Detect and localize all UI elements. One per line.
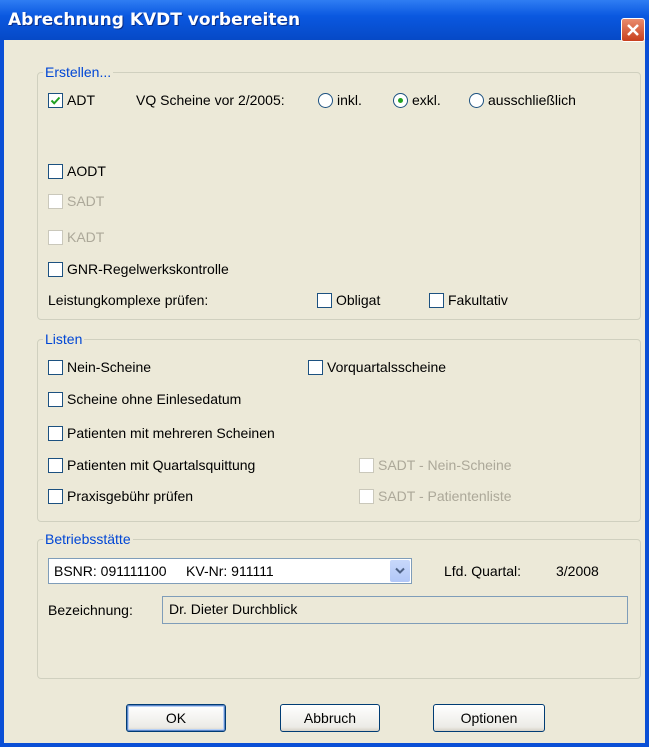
bezeichnung-field: Dr. Dieter Durchblick [162, 596, 628, 624]
cancel-button[interactable]: Abbruch [280, 704, 380, 732]
fakultativ-check-box[interactable] [429, 292, 444, 308]
vq-radio-ausschliesslich[interactable]: ausschließlich [469, 92, 576, 108]
adt-check-box[interactable] [48, 92, 63, 108]
fakultativ-label: Fakultativ [448, 292, 508, 308]
sadt-label: SADT [67, 193, 105, 209]
praxis-check-box[interactable] [48, 488, 63, 504]
quittung-check-box[interactable] [48, 457, 63, 473]
mehrere-checkbox[interactable]: Patienten mit mehreren Scheinen [48, 425, 275, 441]
vq-ausschliesslich-label: ausschließlich [488, 92, 576, 108]
quittung-checkbox[interactable]: Patienten mit Quartalsquittung [48, 457, 255, 473]
vq-radio-inkl[interactable]: inkl. [318, 92, 362, 108]
aodt-check-box[interactable] [48, 163, 63, 179]
checkmark-icon [50, 96, 61, 105]
window-title: Abrechnung KVDT vorbereiten [8, 10, 301, 30]
lfd-quartal-label: Lfd. Quartal: [444, 563, 522, 579]
gnr-check-box[interactable] [48, 261, 63, 277]
leistung-label: Leistungkomplexe prüfen: [48, 292, 209, 308]
adt-checkbox[interactable]: ADT [48, 92, 95, 108]
options-button[interactable]: Optionen [433, 704, 545, 732]
sadt-patient-label: SADT - Patientenliste [378, 488, 512, 504]
listen-legend: Listen [45, 331, 83, 347]
dropdown-button[interactable] [390, 560, 410, 582]
praxis-checkbox[interactable]: Praxisgebühr prüfen [48, 488, 193, 504]
sadt-nein-checkbox: SADT - Nein-Scheine [359, 457, 512, 473]
obligat-checkbox[interactable]: Obligat [317, 292, 380, 308]
vq-exkl-label: exkl. [412, 92, 441, 108]
bezeichnung-value: Dr. Dieter Durchblick [169, 601, 298, 617]
mehrere-label: Patienten mit mehreren Scheinen [67, 425, 275, 441]
close-icon [627, 24, 639, 36]
kadt-label: KADT [67, 229, 105, 245]
gnr-label: GNR-Regelwerkskontrolle [67, 261, 229, 277]
nein-scheine-label: Nein-Scheine [67, 359, 152, 375]
radio-circle[interactable] [318, 92, 333, 108]
fakultativ-checkbox[interactable]: Fakultativ [429, 292, 508, 308]
vorquartal-label: Vorquartalsscheine [327, 359, 447, 375]
kadt-check-box [48, 229, 63, 245]
bezeichnung-label: Bezeichnung: [48, 602, 133, 618]
aodt-checkbox[interactable]: AODT [48, 163, 106, 179]
sadt-patient-check-box [359, 488, 374, 504]
nein-scheine-check-box[interactable] [48, 359, 63, 375]
radio-circle-selected[interactable] [393, 92, 408, 108]
sadt-nein-check-box [359, 457, 374, 473]
quittung-label: Patienten mit Quartalsquittung [67, 457, 256, 473]
adt-label: ADT [67, 92, 95, 108]
aodt-label: AODT [67, 163, 106, 179]
combo-value: BSNR: 091111100 KV-Nr: 911111 [54, 563, 274, 579]
vq-inkl-label: inkl. [337, 92, 362, 108]
kadt-checkbox: KADT [48, 229, 104, 245]
vq-label: VQ Scheine vor 2/2005: [136, 92, 285, 108]
vq-radio-exkl[interactable]: exkl. [393, 92, 441, 108]
ok-button[interactable]: OK [126, 704, 226, 732]
gnr-checkbox[interactable]: GNR-Regelwerkskontrolle [48, 261, 229, 277]
chevron-down-icon [395, 567, 405, 574]
ohne-einlese-checkbox[interactable]: Scheine ohne Einlesedatum [48, 391, 241, 407]
betrieb-legend: Betriebsstätte [45, 531, 131, 547]
erstellen-legend: Erstellen... [45, 64, 112, 80]
sadt-patient-checkbox: SADT - Patientenliste [359, 488, 512, 504]
betriebsstaette-select[interactable]: BSNR: 091111100 KV-Nr: 911111 [48, 558, 412, 584]
praxis-label: Praxisgebühr prüfen [67, 488, 194, 504]
close-button[interactable] [621, 18, 645, 42]
radio-circle[interactable] [469, 92, 484, 108]
obligat-check-box[interactable] [317, 292, 332, 308]
vorquartal-checkbox[interactable]: Vorquartalsscheine [308, 359, 446, 375]
ohne-einlese-label: Scheine ohne Einlesedatum [67, 391, 242, 407]
mehrere-check-box[interactable] [48, 425, 63, 441]
sadt-check-box [48, 193, 63, 209]
obligat-label: Obligat [336, 292, 381, 308]
title-bar: Abrechnung KVDT vorbereiten [0, 0, 649, 42]
ohne-einlese-check-box[interactable] [48, 391, 63, 407]
dialog-window: Abrechnung KVDT vorbereiten Erstellen...… [0, 0, 649, 747]
lfd-quartal-value: 3/2008 [556, 563, 599, 579]
nein-scheine-checkbox[interactable]: Nein-Scheine [48, 359, 151, 375]
vorquartal-check-box[interactable] [308, 359, 323, 375]
sadt-checkbox: SADT [48, 193, 104, 209]
sadt-nein-label: SADT - Nein-Scheine [378, 457, 512, 473]
